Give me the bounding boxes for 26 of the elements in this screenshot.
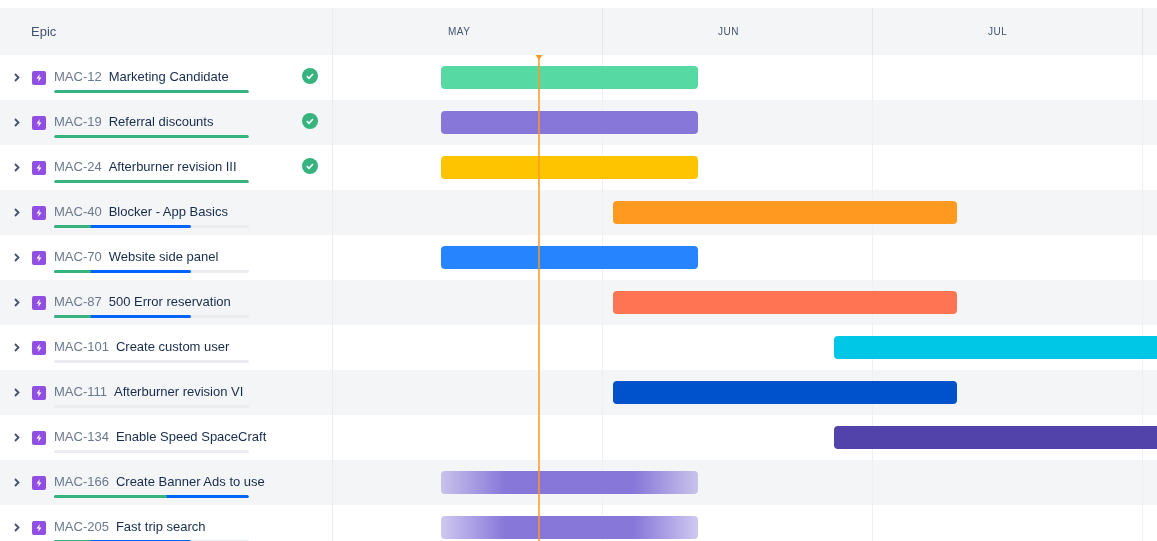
issue-key[interactable]: MAC-205 — [54, 518, 109, 534]
month-label: MAY — [448, 26, 471, 37]
issue-key[interactable]: MAC-87 — [54, 293, 102, 309]
issue-key[interactable]: MAC-12 — [54, 68, 102, 84]
month-label: JUN — [718, 26, 739, 37]
epic-title[interactable]: Afterburner revision VI — [114, 383, 244, 399]
issue-key[interactable]: MAC-166 — [54, 473, 109, 489]
epic-title[interactable]: 500 Error reservation — [108, 293, 231, 309]
epic-title[interactable]: Afterburner revision III — [108, 158, 237, 174]
epic-title[interactable]: Create Banner Ads to use — [115, 473, 265, 489]
epic-title[interactable]: Blocker - App Basics — [108, 203, 228, 219]
issue-key[interactable]: MAC-111 — [54, 383, 107, 399]
epic-title[interactable]: Fast trip search — [115, 518, 206, 534]
epic-title[interactable]: Marketing Candidate — [108, 68, 229, 84]
issue-key[interactable]: MAC-24 — [54, 158, 102, 174]
issue-key[interactable]: MAC-134 — [54, 428, 109, 444]
issue-key[interactable]: MAC-40 — [54, 203, 102, 219]
epic-title[interactable]: Website side panel — [108, 248, 219, 264]
issue-key[interactable]: MAC-19 — [54, 113, 102, 129]
issue-key[interactable]: MAC-70 — [54, 248, 102, 264]
epic-title[interactable]: Create custom user — [115, 338, 230, 354]
epic-title[interactable]: Enable Speed SpaceCraft — [115, 428, 267, 444]
epic-title[interactable]: Referral discounts — [108, 113, 214, 129]
issue-key[interactable]: MAC-101 — [54, 338, 109, 354]
month-label: JUL — [988, 26, 1008, 37]
column-header: Epic — [31, 24, 57, 39]
